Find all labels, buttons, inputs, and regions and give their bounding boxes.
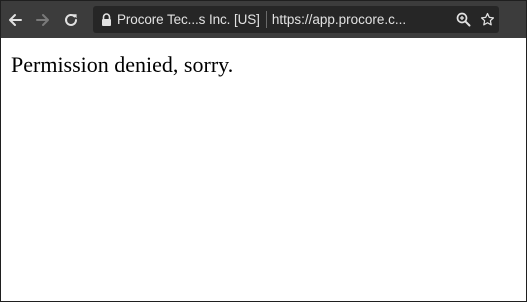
reload-icon bbox=[65, 13, 77, 26]
lock-icon[interactable] bbox=[95, 6, 117, 33]
permission-denied-message: Permission denied, sorry. bbox=[11, 52, 234, 77]
arrow-right-icon bbox=[36, 13, 49, 26]
address-separator bbox=[265, 11, 267, 28]
page-content: Permission denied, sorry. bbox=[1, 38, 526, 301]
url-text[interactable]: https://app.procore.c... bbox=[272, 12, 451, 27]
site-identity-label[interactable]: Procore Tec...s Inc. [US] bbox=[117, 12, 260, 27]
zoom-icon bbox=[456, 12, 470, 27]
star-icon bbox=[480, 12, 494, 26]
address-bar[interactable]: Procore Tec...s Inc. [US] https://app.pr… bbox=[93, 6, 499, 33]
browser-toolbar: Procore Tec...s Inc. [US] https://app.pr… bbox=[1, 1, 526, 38]
browser-window: Procore Tec...s Inc. [US] https://app.pr… bbox=[0, 0, 527, 302]
back-button[interactable] bbox=[1, 1, 29, 38]
reload-button[interactable] bbox=[57, 1, 85, 38]
arrow-left-icon bbox=[9, 13, 22, 26]
forward-button[interactable] bbox=[29, 1, 57, 38]
bookmark-button[interactable] bbox=[475, 6, 499, 33]
zoom-button[interactable] bbox=[451, 6, 475, 33]
